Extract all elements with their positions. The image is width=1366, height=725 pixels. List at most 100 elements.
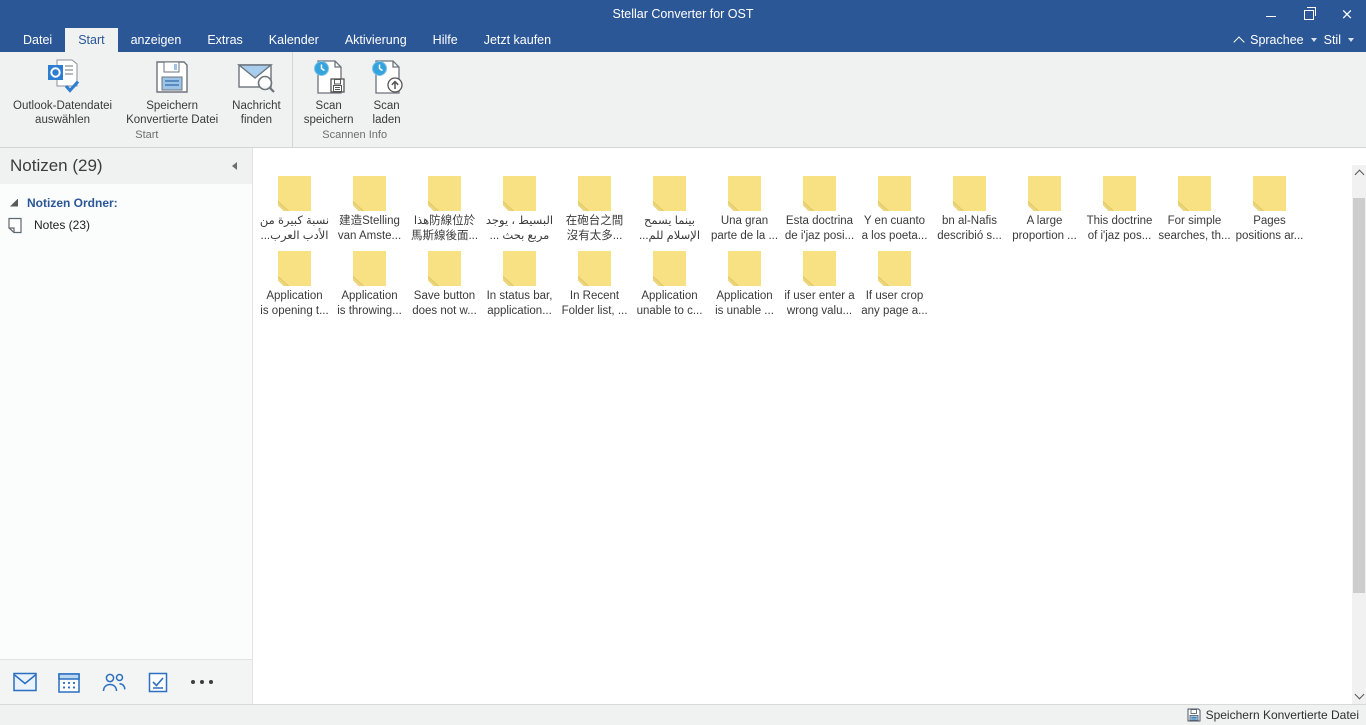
note-caption-line: is throwing...: [337, 304, 402, 319]
note-caption-line: This doctrine: [1087, 214, 1153, 229]
note-icon: [801, 250, 838, 287]
note-caption: 建造Stellingvan Amste...: [338, 214, 401, 244]
note-caption-line: الإسلام للم...: [639, 229, 700, 244]
note-item[interactable]: If user cropany page a...: [857, 250, 932, 319]
button-label: Scan: [373, 99, 399, 113]
note-caption: نسبة كبيرة منالأدب العرب...: [260, 214, 329, 244]
note-item[interactable]: Applicationis throwing...: [332, 250, 407, 319]
note-caption: Pagespositions ar...: [1236, 214, 1304, 244]
language-menu[interactable]: Sprachee: [1250, 33, 1304, 47]
note-item[interactable]: Una granparte de la ...: [707, 175, 782, 244]
tree-root-notizen-ordner[interactable]: Notizen Ordner:: [0, 192, 252, 213]
more-icon[interactable]: [189, 679, 215, 685]
mail-icon[interactable]: [13, 672, 37, 692]
note-item[interactable]: 在砲台之間沒有太多...: [557, 175, 632, 244]
vertical-scrollbar[interactable]: [1352, 165, 1366, 704]
note-caption-line: Application: [260, 289, 328, 304]
note-item[interactable]: bn al-Nafisdescribió s...: [932, 175, 1007, 244]
note-caption-line: نسبة كبيرة من: [260, 214, 329, 229]
note-caption-line: Esta doctrina: [785, 214, 854, 229]
tree-expanded-icon[interactable]: [10, 199, 18, 207]
scroll-down-button[interactable]: [1352, 688, 1366, 704]
note-item[interactable]: Applicationis opening t...: [257, 250, 332, 319]
note-item[interactable]: In status bar,application...: [482, 250, 557, 319]
note-caption-line: البسيط ، يوجد: [486, 214, 553, 229]
note-caption-line: bn al-Nafis: [937, 214, 1002, 229]
button-label: Scan: [316, 99, 342, 113]
button-outlook-datendatei-auswählen[interactable]: Outlook-Datendateiauswählen: [6, 52, 119, 129]
scrollbar-thumb[interactable]: [1353, 198, 1365, 593]
note-icon: [1251, 175, 1288, 212]
save-scan-icon: [310, 57, 348, 97]
note-item[interactable]: In RecentFolder list, ...: [557, 250, 632, 319]
note-caption: This doctrineof i'jaz pos...: [1087, 214, 1153, 244]
close-button[interactable]: ×: [1328, 0, 1366, 28]
note-item[interactable]: بينما يسمحالإسلام للم...: [632, 175, 707, 244]
title-bar: Stellar Converter for OST ×: [0, 0, 1366, 28]
tab-extras[interactable]: Extras: [194, 28, 255, 52]
note-item[interactable]: نسبة كبيرة منالأدب العرب...: [257, 175, 332, 244]
scrollbar-track[interactable]: [1352, 181, 1366, 688]
note-caption-line: 馬斯線後面...: [411, 229, 478, 244]
panel-title: Notizen (29): [10, 156, 226, 176]
note-caption-line: describió s...: [937, 229, 1002, 244]
note-item[interactable]: A largeproportion ...: [1007, 175, 1082, 244]
button-label: Nachricht: [232, 99, 281, 113]
note-caption-line: positions ar...: [1236, 229, 1304, 244]
note-caption-line: parte de la ...: [711, 229, 778, 244]
note-item[interactable]: Pagespositions ar...: [1232, 175, 1307, 244]
tasks-icon[interactable]: [148, 672, 168, 693]
note-item[interactable]: البسيط ، يوجدمربع بحث ...: [482, 175, 557, 244]
button-scan-laden[interactable]: Scanladen: [361, 52, 413, 129]
tab-datei[interactable]: Datei: [10, 28, 65, 52]
note-item[interactable]: Y en cuantoa los poeta...: [857, 175, 932, 244]
tree-item-notes[interactable]: Notes (23): [0, 213, 252, 237]
calendar-icon[interactable]: [58, 672, 80, 693]
note-caption: بينما يسمحالإسلام للم...: [639, 214, 700, 244]
note-caption-line: Application: [637, 289, 703, 304]
note-item[interactable]: 建造Stellingvan Amste...: [332, 175, 407, 244]
status-save-label[interactable]: Speichern Konvertierte Datei: [1206, 708, 1359, 722]
note-item[interactable]: هذا防線位於馬斯線後面...: [407, 175, 482, 244]
chevron-up-icon[interactable]: [1233, 36, 1244, 47]
note-item[interactable]: Esta doctrinade i'jaz posi...: [782, 175, 857, 244]
note-caption-line: If user crop: [861, 289, 928, 304]
style-caret-down-icon[interactable]: [1348, 38, 1354, 42]
note-caption-line: Pages: [1236, 214, 1304, 229]
note-caption: Applicationis throwing...: [337, 289, 402, 319]
note-icon: [426, 250, 463, 287]
minimize-button[interactable]: [1252, 0, 1290, 28]
style-menu[interactable]: Stil: [1324, 33, 1341, 47]
tab-bar: DateiStartanzeigenExtrasKalenderAktivier…: [0, 28, 1366, 52]
note-item[interactable]: Applicationunable to c...: [632, 250, 707, 319]
tree-item-label: Notes (23): [34, 218, 90, 232]
note-item[interactable]: Applicationis unable ...: [707, 250, 782, 319]
tab-aktivierung[interactable]: Aktivierung: [332, 28, 420, 52]
language-caret-down-icon[interactable]: [1311, 38, 1317, 42]
tab-start[interactable]: Start: [65, 28, 117, 52]
tab-bar-right: Sprachee Stil: [1235, 28, 1366, 52]
note-item[interactable]: Save buttondoes not w...: [407, 250, 482, 319]
button-speichern-konvertierte-datei[interactable]: SpeichernKonvertierte Datei: [119, 52, 225, 129]
note-icon: [276, 250, 313, 287]
button-scan-speichern[interactable]: Scanspeichern: [297, 52, 361, 129]
tab-hilfe[interactable]: Hilfe: [420, 28, 471, 52]
note-item[interactable]: if user enter awrong valu...: [782, 250, 857, 319]
restore-button[interactable]: [1290, 0, 1328, 28]
content: Notizen (29) Notizen Ordner: Notes (23) …: [0, 148, 1366, 704]
scroll-up-button[interactable]: [1352, 165, 1366, 181]
note-item[interactable]: For simplesearches, th...: [1157, 175, 1232, 244]
tab-kalender[interactable]: Kalender: [256, 28, 332, 52]
window-controls: ×: [1252, 0, 1366, 28]
tab-anzeigen[interactable]: anzeigen: [118, 28, 195, 52]
note-caption: Una granparte de la ...: [711, 214, 778, 244]
note-item[interactable]: This doctrineof i'jaz pos...: [1082, 175, 1157, 244]
note-icon: [501, 175, 538, 212]
contacts-icon[interactable]: [101, 672, 127, 692]
tab-jetzt-kaufen[interactable]: Jetzt kaufen: [471, 28, 564, 52]
note-icon: [576, 250, 613, 287]
note-caption: Applicationis opening t...: [260, 289, 328, 319]
button-nachricht-finden[interactable]: Nachrichtfinden: [225, 52, 288, 129]
minimize-icon: [1266, 16, 1276, 17]
collapse-panel-button[interactable]: [226, 162, 242, 170]
